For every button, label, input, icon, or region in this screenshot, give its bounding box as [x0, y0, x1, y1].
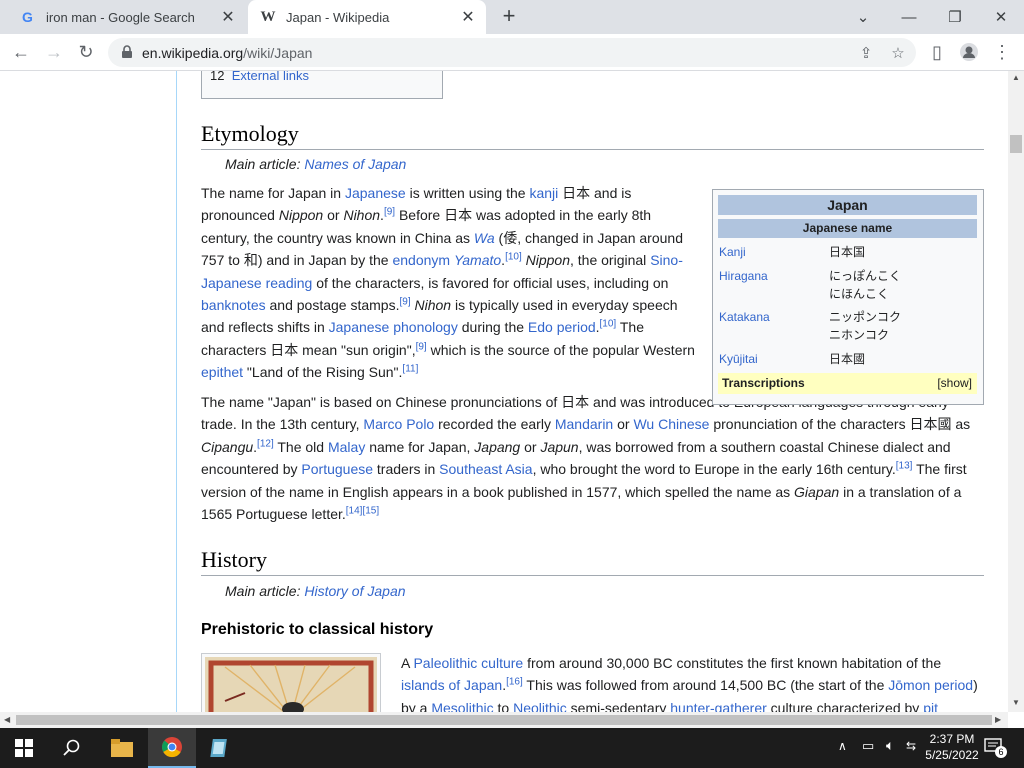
tab-title: Japan - Wikipedia — [286, 9, 390, 25]
heading-prehistoric: Prehistoric to classical history — [201, 621, 434, 638]
infobox-key[interactable]: Kanji — [719, 245, 746, 259]
table-of-contents: 12 External links — [201, 71, 443, 99]
scroll-right-arrow-icon[interactable]: ▶ — [995, 715, 1001, 724]
forward-button[interactable]: → — [41, 39, 67, 65]
share-icon[interactable]: ⇪ — [856, 43, 876, 63]
toc-link-external-links[interactable]: External links — [232, 71, 309, 83]
side-panel-icon[interactable]: ▯ — [924, 39, 950, 65]
infobox-value: 日本國 — [829, 352, 866, 366]
bookmark-star-icon[interactable]: ☆ — [888, 43, 908, 63]
tab-search-icon[interactable]: ⌄ — [840, 0, 886, 34]
tab-google-search[interactable]: G iron man - Google Search ✕ — [8, 0, 246, 34]
network-icon[interactable]: ▭ — [862, 738, 874, 754]
article-content: 12 External links Etymology Main article… — [176, 71, 1008, 712]
scroll-up-arrow-icon[interactable]: ▲ — [1012, 73, 1020, 82]
tab-wikipedia[interactable]: W Japan - Wikipedia ✕ — [248, 0, 486, 34]
page-viewport: 12 External links Etymology Main article… — [0, 71, 1008, 712]
browser-toolbar: ← → ↻ en.wikipedia.org/wiki/Japan ⇪ ☆ ▯ … — [0, 34, 1024, 71]
woodblock-print-image — [205, 657, 377, 712]
horizontal-scrollbar[interactable]: ◀ ▶ — [0, 712, 1008, 728]
vertical-scroll-thumb[interactable] — [1010, 135, 1022, 153]
google-icon: G — [20, 9, 36, 25]
close-window-button[interactable]: ✕ — [978, 0, 1024, 34]
infobox-value: にっぽんこく — [829, 269, 902, 283]
heading-etymology: Etymology — [201, 121, 984, 150]
chrome-icon[interactable] — [148, 728, 196, 768]
minimize-button[interactable]: — — [886, 0, 932, 34]
horizontal-scroll-thumb[interactable] — [16, 715, 992, 725]
tab-title: iron man - Google Search — [46, 9, 195, 25]
infobox-value: 日本国 — [829, 245, 866, 259]
profile-avatar-icon[interactable] — [956, 39, 982, 65]
history-paragraph-1: A Paleolithic culture from around 30,000… — [401, 655, 978, 712]
notes-app-icon[interactable] — [196, 728, 244, 768]
link-history-of-japan[interactable]: History of Japan — [304, 583, 405, 599]
scroll-down-arrow-icon[interactable]: ▼ — [1012, 698, 1020, 707]
infobox-japanese-name: Japan Japanese name Kanji 日本国 Hiragana に… — [712, 189, 984, 405]
url-text: en.wikipedia.org/wiki/Japan — [142, 45, 313, 61]
restore-button[interactable]: ❐ — [932, 0, 978, 34]
search-icon[interactable] — [48, 728, 96, 768]
hatnote-history-of-japan: Main article: History of Japan — [225, 583, 406, 599]
address-bar[interactable]: en.wikipedia.org/wiki/Japan ⇪ ☆ — [108, 38, 916, 67]
clock-date: 5/25/2022 — [925, 748, 979, 762]
wikipedia-icon: W — [260, 8, 276, 25]
svg-text:G: G — [22, 9, 33, 25]
language-indicator[interactable]: ⇆ — [906, 739, 916, 753]
show-transcriptions-toggle[interactable]: [show] — [937, 373, 972, 394]
windows-start-icon[interactable] — [0, 728, 48, 768]
close-tab-icon[interactable]: ✕ — [458, 7, 478, 27]
notification-count-badge: 6 — [995, 746, 1007, 758]
clock-time: 2:37 PM — [929, 732, 975, 746]
infobox-value-alt: にほんこく — [829, 287, 890, 301]
hatnote-names-of-japan: Main article: Names of Japan — [225, 156, 407, 172]
infobox-value-alt: ニホンコク — [829, 328, 890, 342]
vertical-scrollbar[interactable]: ▲ ▼ — [1008, 71, 1024, 712]
etymology-paragraph-1: The name for Japan in Japanese is writte… — [201, 185, 695, 381]
system-clock[interactable]: 2:37 PM 5/25/2022 — [920, 731, 984, 763]
infobox-value: ニッポンコク — [829, 310, 902, 324]
lock-icon — [122, 45, 132, 58]
menu-kebab-icon[interactable]: ⋮ — [989, 39, 1015, 65]
infobox-transcriptions: Transcriptions [show] — [718, 373, 977, 394]
close-tab-icon[interactable]: ✕ — [218, 7, 238, 27]
title-bar: G iron man - Google Search ✕ W Japan - W… — [0, 0, 1024, 34]
link-names-of-japan[interactable]: Names of Japan — [304, 156, 406, 172]
infobox-key[interactable]: Katakana — [719, 310, 770, 324]
tray-chevron-icon[interactable]: ∧ — [838, 739, 847, 753]
infobox-subtitle: Japanese name — [718, 219, 977, 238]
heading-history: History — [201, 547, 984, 576]
toc-number: 12 — [210, 71, 225, 83]
infobox-key[interactable]: Kyūjitai — [719, 352, 758, 366]
etymology-paragraph-2: The name "Japan" is based on Chinese pro… — [201, 394, 971, 523]
action-center-icon[interactable]: 6 — [984, 738, 1007, 758]
infobox-key[interactable]: Hiragana — [719, 269, 768, 283]
scroll-left-arrow-icon[interactable]: ◀ — [4, 715, 10, 724]
new-tab-button[interactable]: + — [498, 5, 520, 28]
history-thumbnail[interactable] — [201, 653, 381, 712]
back-button[interactable]: ← — [8, 39, 34, 65]
windows-taskbar: ∧ ▭ 🔈︎ ⇆ 2:37 PM 5/25/2022 6 — [0, 728, 1024, 768]
reload-button[interactable]: ↻ — [73, 39, 99, 65]
file-explorer-icon[interactable] — [98, 728, 146, 768]
infobox-title: Japan — [718, 195, 977, 215]
volume-icon[interactable]: 🔈︎ — [886, 737, 894, 754]
